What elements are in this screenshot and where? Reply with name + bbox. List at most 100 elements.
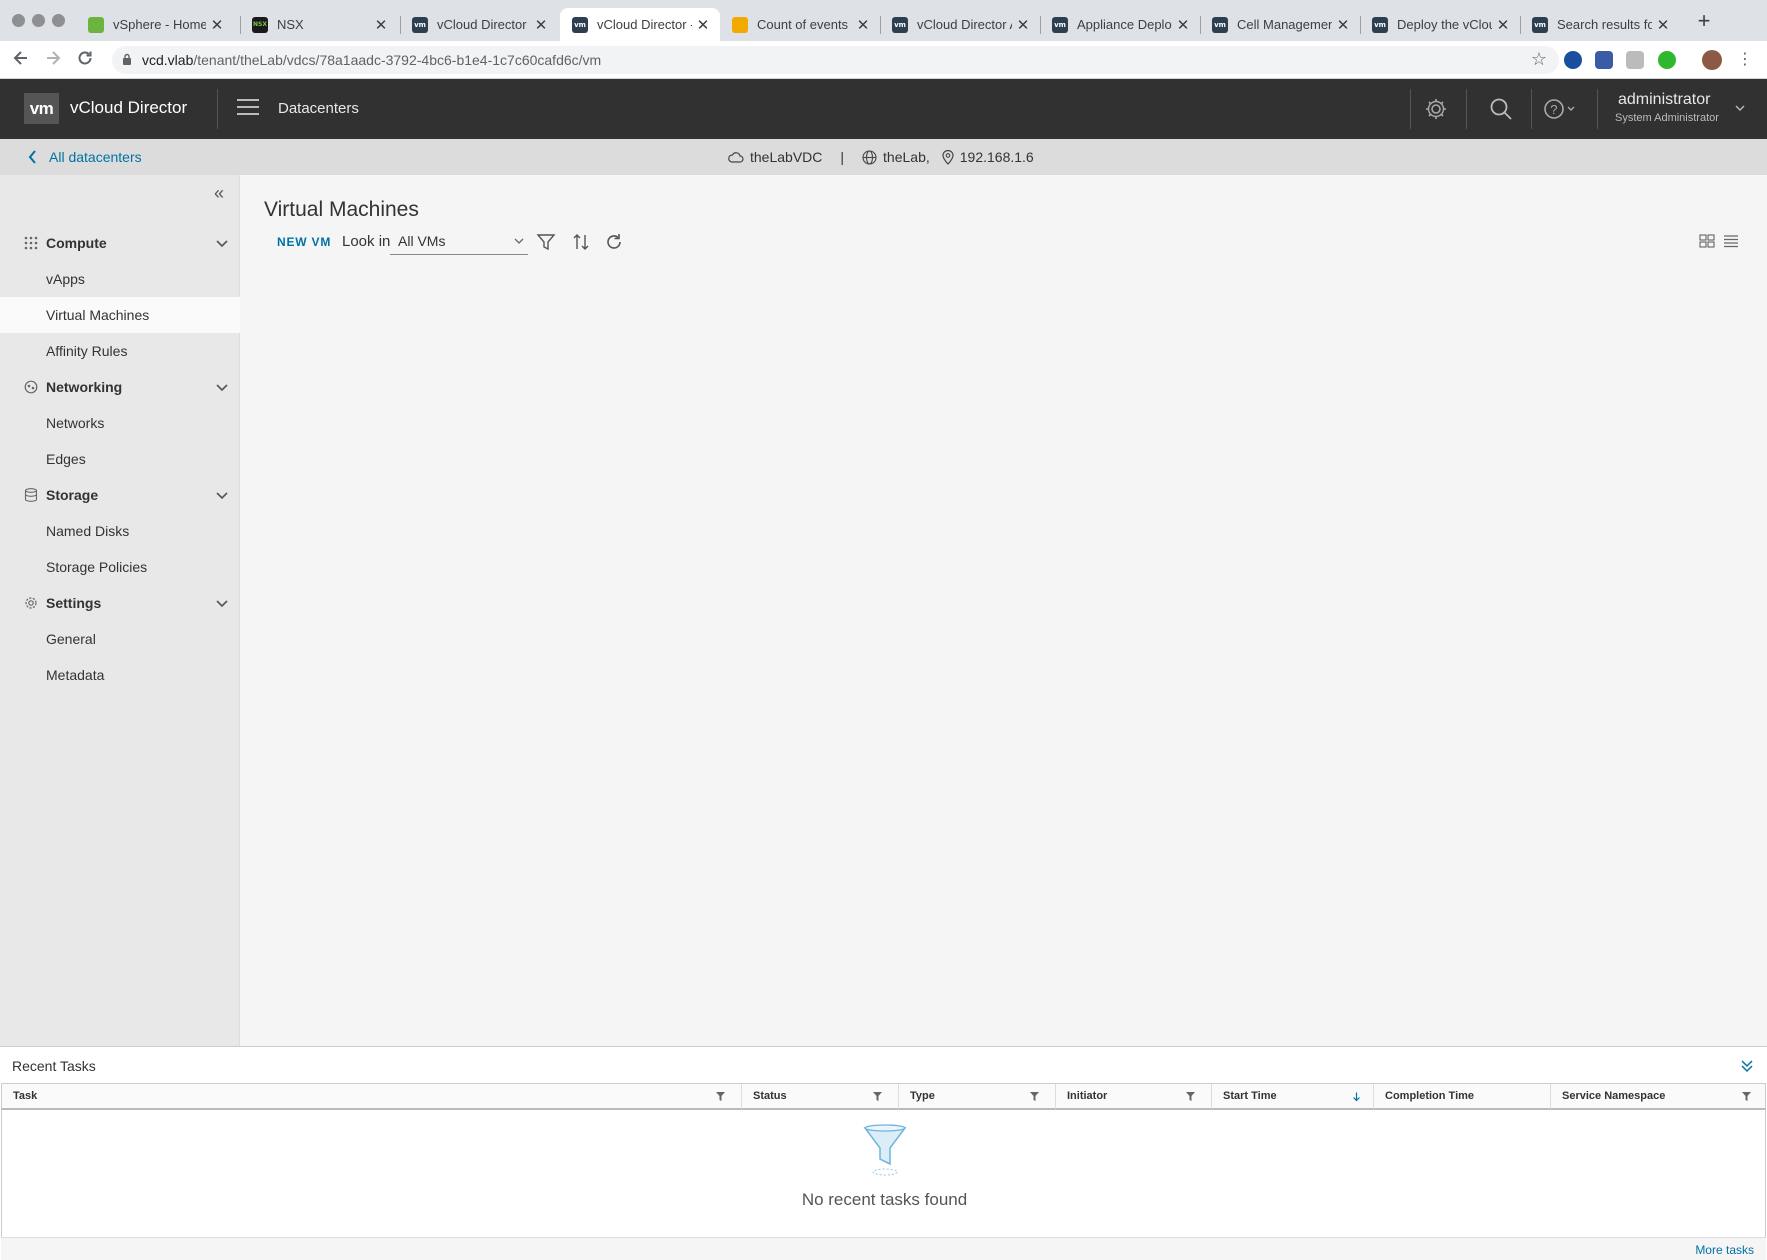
column-service-namespace[interactable]: Service Namespace: [1551, 1084, 1767, 1109]
back-arrow-icon[interactable]: [10, 49, 32, 71]
close-tab-icon[interactable]: ✕: [374, 16, 388, 34]
reload-icon[interactable]: [74, 49, 96, 71]
globe-icon: [862, 149, 877, 165]
vm-icon: vm: [1372, 16, 1388, 33]
close-tab-icon[interactable]: ✕: [1176, 16, 1190, 34]
browser-tab[interactable]: vm Appliance Deploy ✕: [1040, 8, 1200, 41]
sort-icon[interactable]: [571, 232, 591, 252]
chevron-left-icon: [28, 150, 36, 164]
look-in-select[interactable]: All VMs: [390, 230, 528, 255]
sidebar-item-storage-policies[interactable]: Storage Policies: [0, 549, 240, 585]
help-icon[interactable]: ?: [1543, 96, 1577, 122]
user-name[interactable]: administrator: [1618, 91, 1710, 109]
browser-tab[interactable]: vm Cell Management ✕: [1200, 8, 1360, 41]
profile-avatar[interactable]: [1702, 50, 1722, 70]
card-view-icon[interactable]: [1699, 234, 1715, 248]
sidebar-group-compute[interactable]: Compute: [0, 225, 240, 261]
vm-icon: vm: [572, 16, 588, 33]
vsphere-icon: [88, 16, 104, 33]
sidebar-item-metadata[interactable]: Metadata: [0, 657, 240, 693]
collapse-sidebar-icon[interactable]: «: [214, 183, 224, 204]
filter-icon[interactable]: [1186, 1092, 1195, 1101]
network-icon: [24, 380, 38, 394]
browser-tab[interactable]: vm Search results for ✕: [1520, 8, 1680, 41]
chevron-down-icon[interactable]: [1735, 103, 1745, 113]
nav-datacenters[interactable]: Datacenters: [278, 100, 359, 117]
column-task[interactable]: Task: [2, 1084, 742, 1109]
sidebar-item-virtual-machines[interactable]: Virtual Machines: [0, 297, 240, 333]
sidebar-item-general[interactable]: General: [0, 621, 240, 657]
close-tab-icon[interactable]: ✕: [1336, 16, 1350, 34]
tasks-footer: More tasks: [1, 1237, 1766, 1260]
sidebar-item-named-disks[interactable]: Named Disks: [0, 513, 240, 549]
filter-icon[interactable]: [716, 1092, 725, 1101]
sidebar-group-storage[interactable]: Storage: [0, 477, 240, 513]
download-extension-icon[interactable]: [1595, 51, 1613, 69]
app-brand: vCloud Director: [70, 98, 188, 117]
close-tab-icon[interactable]: ✕: [210, 16, 224, 34]
browser-menu-icon[interactable]: ⋮: [1734, 49, 1756, 71]
all-datacenters-link[interactable]: All datacenters: [28, 149, 142, 165]
chart-icon: [732, 16, 748, 33]
close-tab-icon[interactable]: ✕: [696, 16, 710, 34]
password-extension-icon[interactable]: [1564, 51, 1582, 69]
sort-descending-icon[interactable]: [1352, 1092, 1361, 1102]
close-tab-icon[interactable]: ✕: [856, 16, 870, 34]
new-vm-button[interactable]: NEW VM: [277, 235, 331, 249]
more-tasks-link[interactable]: More tasks: [1695, 1243, 1754, 1257]
browser-tab[interactable]: vm vCloud Director - ✕: [400, 8, 558, 41]
window-zoom-button[interactable]: [52, 14, 65, 27]
column-start-time[interactable]: Start Time: [1212, 1084, 1374, 1109]
window-minimize-button[interactable]: [32, 14, 45, 27]
column-completion-time[interactable]: Completion Time: [1374, 1084, 1551, 1109]
sidebar-group-settings[interactable]: Settings: [0, 585, 240, 621]
column-type[interactable]: Type: [899, 1084, 1056, 1109]
close-tab-icon[interactable]: ✕: [534, 16, 548, 34]
chevron-down-icon[interactable]: [216, 381, 228, 393]
filter-icon[interactable]: [1742, 1092, 1751, 1101]
app-header: vm vCloud Director Datacenters ? adminis…: [0, 79, 1767, 139]
vm-icon: vm: [412, 16, 428, 33]
green-extension-icon[interactable]: [1658, 51, 1676, 69]
browser-tab[interactable]: vSphere - Home - ✕: [76, 8, 234, 41]
double-chevron-down-icon[interactable]: [1740, 1059, 1754, 1073]
nsx-icon: NSX: [252, 16, 268, 33]
chevron-down-icon[interactable]: [216, 489, 228, 501]
search-icon[interactable]: [1488, 96, 1514, 122]
filter-icon[interactable]: [873, 1092, 882, 1101]
chevron-down-icon[interactable]: [216, 237, 228, 249]
filter-icon[interactable]: [536, 232, 556, 252]
gear-icon[interactable]: [1423, 96, 1449, 122]
refresh-icon[interactable]: [604, 232, 624, 252]
close-tab-icon[interactable]: ✕: [1656, 16, 1670, 34]
ip-extension-icon[interactable]: [1626, 51, 1644, 69]
sidebar-item-affinity-rules[interactable]: Affinity Rules: [0, 333, 240, 369]
list-view-icon[interactable]: [1723, 234, 1739, 248]
column-initiator[interactable]: Initiator: [1056, 1084, 1212, 1109]
chevron-down-icon[interactable]: [216, 597, 228, 609]
sidebar-item-edges[interactable]: Edges: [0, 441, 240, 477]
filter-icon[interactable]: [1030, 1092, 1039, 1101]
hamburger-menu-icon[interactable]: [237, 99, 259, 117]
close-tab-icon[interactable]: ✕: [1016, 16, 1030, 34]
browser-tab[interactable]: vm Deploy the vClou ✕: [1360, 8, 1520, 41]
browser-tab[interactable]: vm vCloud Director A ✕: [880, 8, 1040, 41]
sidebar-group-networking[interactable]: Networking: [0, 369, 240, 405]
close-tab-icon[interactable]: ✕: [1496, 16, 1510, 34]
browser-tab[interactable]: NSX NSX ✕: [240, 8, 398, 41]
new-tab-button[interactable]: +: [1692, 9, 1716, 33]
browser-tab-active[interactable]: vm vCloud Director - ✕: [560, 8, 720, 41]
window-close-button[interactable]: [12, 14, 25, 27]
column-status[interactable]: Status: [742, 1084, 899, 1109]
user-role: System Administrator: [1615, 112, 1719, 124]
browser-tab[interactable]: Count of events o ✕: [720, 8, 880, 41]
address-bar[interactable]: vcd.vlab/tenant/theLab/vdcs/78a1aadc-379…: [112, 46, 1559, 74]
org-name: theLab,: [883, 149, 930, 165]
page-title: Virtual Machines: [264, 198, 419, 221]
main-content: Virtual Machines NEW VM Look in All VMs: [240, 175, 1767, 1046]
vdc-context: theLabVDC | theLab, 192.168.1.6: [728, 149, 1034, 165]
sidebar-item-vapps[interactable]: vApps: [0, 261, 240, 297]
bookmark-star-icon[interactable]: ☆: [1531, 49, 1547, 70]
forward-arrow-icon[interactable]: [42, 49, 64, 71]
sidebar-item-networks[interactable]: Networks: [0, 405, 240, 441]
